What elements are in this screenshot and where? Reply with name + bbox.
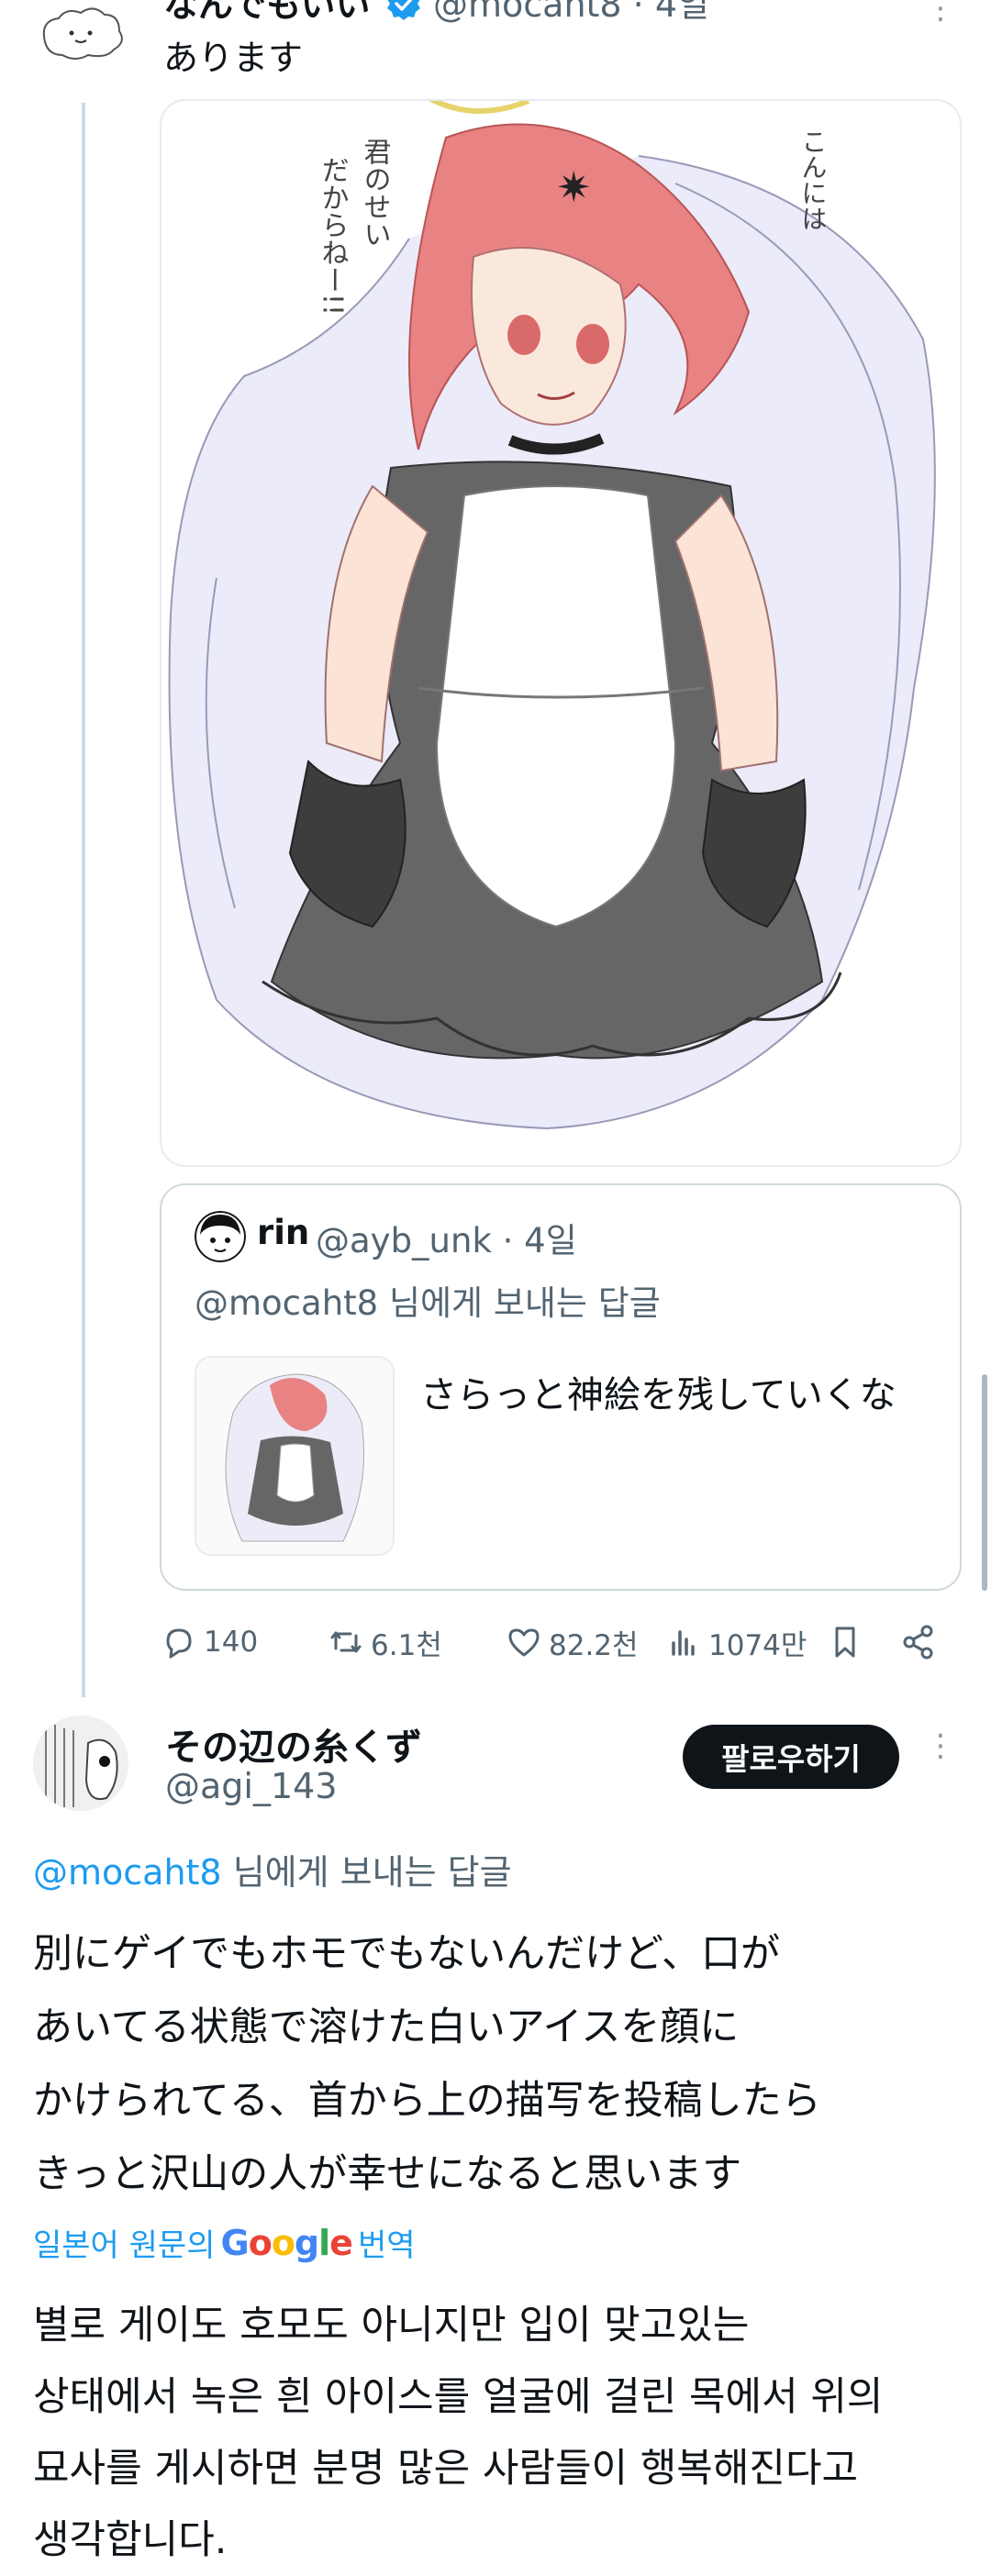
avatar[interactable] [35,0,130,72]
author-name[interactable]: その辺の糸くず [165,1717,422,1771]
tweet-image[interactable]: 君のせい だからねー!! こんには ✷ [160,99,962,1167]
reply-mention[interactable]: @mocaht8 [33,1852,222,1893]
svg-text:君のせい: 君のせい [359,138,391,248]
quoted-tweet[interactable]: rin @ayb_unk · 4일 @mocaht8 님에게 보내는 답글 さら… [160,1183,962,1591]
author-name[interactable]: なんでもいい [163,0,370,27]
like-button[interactable]: 82.2천 [505,1615,639,1670]
reply-suffix: 님에게 보내는 답글 [221,1852,512,1893]
translated-line: 별로 게이도 호모도 아니지만 입이 맞고있는 [33,2303,750,2348]
tweet-text-line: 別にゲイでもホモでもないんだけど、口が [33,1931,780,1977]
share-button[interactable] [899,1615,943,1670]
google-logo: Google [220,2222,353,2263]
more-options-icon[interactable]: ⋮ [925,1730,956,1778]
thread-line [82,103,85,1697]
translated-line: 생각합니다. [33,2517,228,2563]
like-count: 82.2천 [549,1628,639,1662]
translated-line: 상태에서 녹은 흰 아이스를 얼굴에 걸린 목에서 위의 [33,2374,884,2420]
tweet-text: 別にゲイでもホモでもないんだけど、口が あいてる状態で溶けた白いアイスを顔に か… [33,1917,960,2211]
scrollbar[interactable] [982,1374,987,1591]
retweet-count: 6.1천 [371,1628,442,1662]
views-button[interactable]: 1074만 [664,1615,807,1670]
svg-text:だからねー!!: だからねー!! [317,156,349,316]
quote-avatar[interactable] [195,1211,246,1262]
more-options-icon[interactable]: ⋮ [925,0,956,31]
share-icon [903,1625,933,1660]
views-count: 1074만 [708,1628,807,1662]
translated-line: 묘사를 게시하면 분명 많은 사람들이 행복해진다고 [33,2446,859,2492]
tweet-actions: 140 6.1천 82.2천 1074만 [160,1615,958,1670]
author-handle[interactable]: @agi_143 [165,1766,338,1806]
bookmark-button[interactable] [826,1615,870,1670]
svg-text:こんには: こんには [798,128,829,231]
translate-prefix: 일본어 원문의 [33,2227,216,2264]
bookmark-icon [835,1627,855,1658]
tweet-text-line: きっと沢山の人が幸せになると思います [33,2151,742,2197]
tweet-text: あります [163,38,304,78]
quote-text: さらっと神絵を残していくな [420,1374,896,1416]
translation-attribution[interactable]: 일본어 원문의 Google 번역 [33,2220,416,2265]
retweet-button[interactable]: 6.1천 [327,1615,442,1670]
reply-button[interactable]: 140 [160,1615,258,1670]
avatar[interactable] [33,1715,128,1811]
quote-thumbnail[interactable] [195,1356,395,1556]
quote-author-name[interactable]: rin [257,1213,309,1252]
heart-icon [508,1628,540,1657]
svg-text:✷: ✷ [556,162,592,212]
translated-text: 별로 게이도 호모도 아니지만 입이 맞고있는 상태에서 녹은 흰 아이스를 얼… [33,2290,969,2576]
translate-suffix: 번역 [357,2227,416,2264]
views-icon [672,1630,695,1656]
author-handle[interactable]: @mocaht8 · 4일 [433,0,709,27]
reply-context: @mocaht8 님에게 보내는 답글 [33,1844,512,1894]
reply-mention[interactable]: @mocaht8 [195,1283,378,1323]
follow-button[interactable]: 팔로우하기 [683,1725,899,1789]
tweet-text-line: かけられてる、首から上の描写を投稿したら [33,2078,821,2124]
verified-badge-icon [385,0,422,22]
retweet-icon [330,1631,362,1653]
quote-reply-context: @mocaht8 님에게 보내는 답글 [195,1275,661,1325]
reply-count: 140 [204,1626,259,1659]
reply-suffix: 님에게 보내는 답글 [378,1283,661,1323]
quote-author-handle[interactable]: @ayb_unk · 4일 [316,1213,577,1262]
reply-icon [166,1628,192,1659]
tweet-text-line: あいてる状態で溶けた白いアイスを顔に [33,2004,740,2050]
